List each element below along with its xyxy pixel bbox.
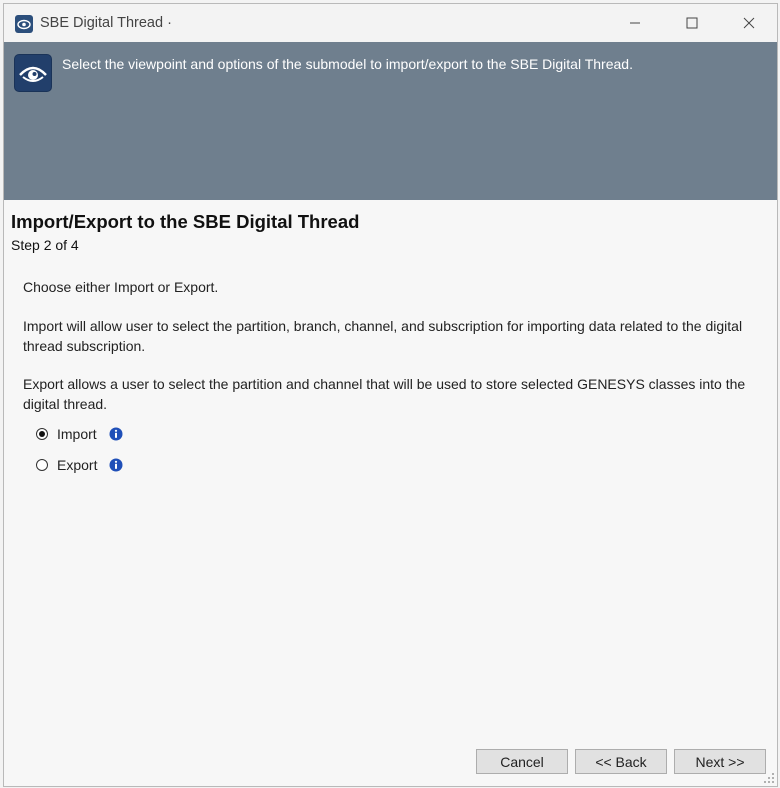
close-icon xyxy=(743,17,755,29)
import-radio[interactable] xyxy=(36,428,48,440)
import-label[interactable]: Import xyxy=(57,426,97,442)
title-bar[interactable]: SBE Digital Thread · xyxy=(4,4,777,42)
info-icon[interactable] xyxy=(109,427,123,441)
intro-text: Choose either Import or Export. xyxy=(23,279,219,295)
maximize-icon xyxy=(686,17,698,29)
next-button[interactable]: Next >> xyxy=(674,749,766,774)
sbe-eye-logo-icon xyxy=(14,54,52,92)
close-button[interactable] xyxy=(721,4,777,42)
cancel-button[interactable]: Cancel xyxy=(476,749,568,774)
window-title: SBE Digital Thread · xyxy=(40,15,172,31)
header-banner: Select the viewpoint and options of the … xyxy=(4,42,777,200)
info-icon[interactable] xyxy=(109,458,123,472)
step-indicator: Step 2 of 4 xyxy=(11,237,79,253)
wizard-window: SBE Digital Thread · Select the viewpoin… xyxy=(3,3,778,787)
banner-instruction: Select the viewpoint and options of the … xyxy=(62,56,633,72)
import-description: Import will allow user to select the par… xyxy=(23,318,743,354)
export-description: Export allows a user to select the parti… xyxy=(23,376,746,412)
export-radio[interactable] xyxy=(36,459,48,471)
minimize-button[interactable] xyxy=(607,4,663,42)
import-option[interactable]: Import xyxy=(36,424,123,444)
export-option[interactable]: Export xyxy=(36,455,123,475)
sbe-app-icon xyxy=(15,15,33,33)
page-title: Import/Export to the SBE Digital Thread xyxy=(11,211,360,232)
minimize-icon xyxy=(630,22,640,24)
back-button[interactable]: << Back xyxy=(575,749,667,774)
export-label[interactable]: Export xyxy=(57,457,97,473)
maximize-button[interactable] xyxy=(664,4,720,42)
resize-grip-icon[interactable] xyxy=(763,772,775,784)
